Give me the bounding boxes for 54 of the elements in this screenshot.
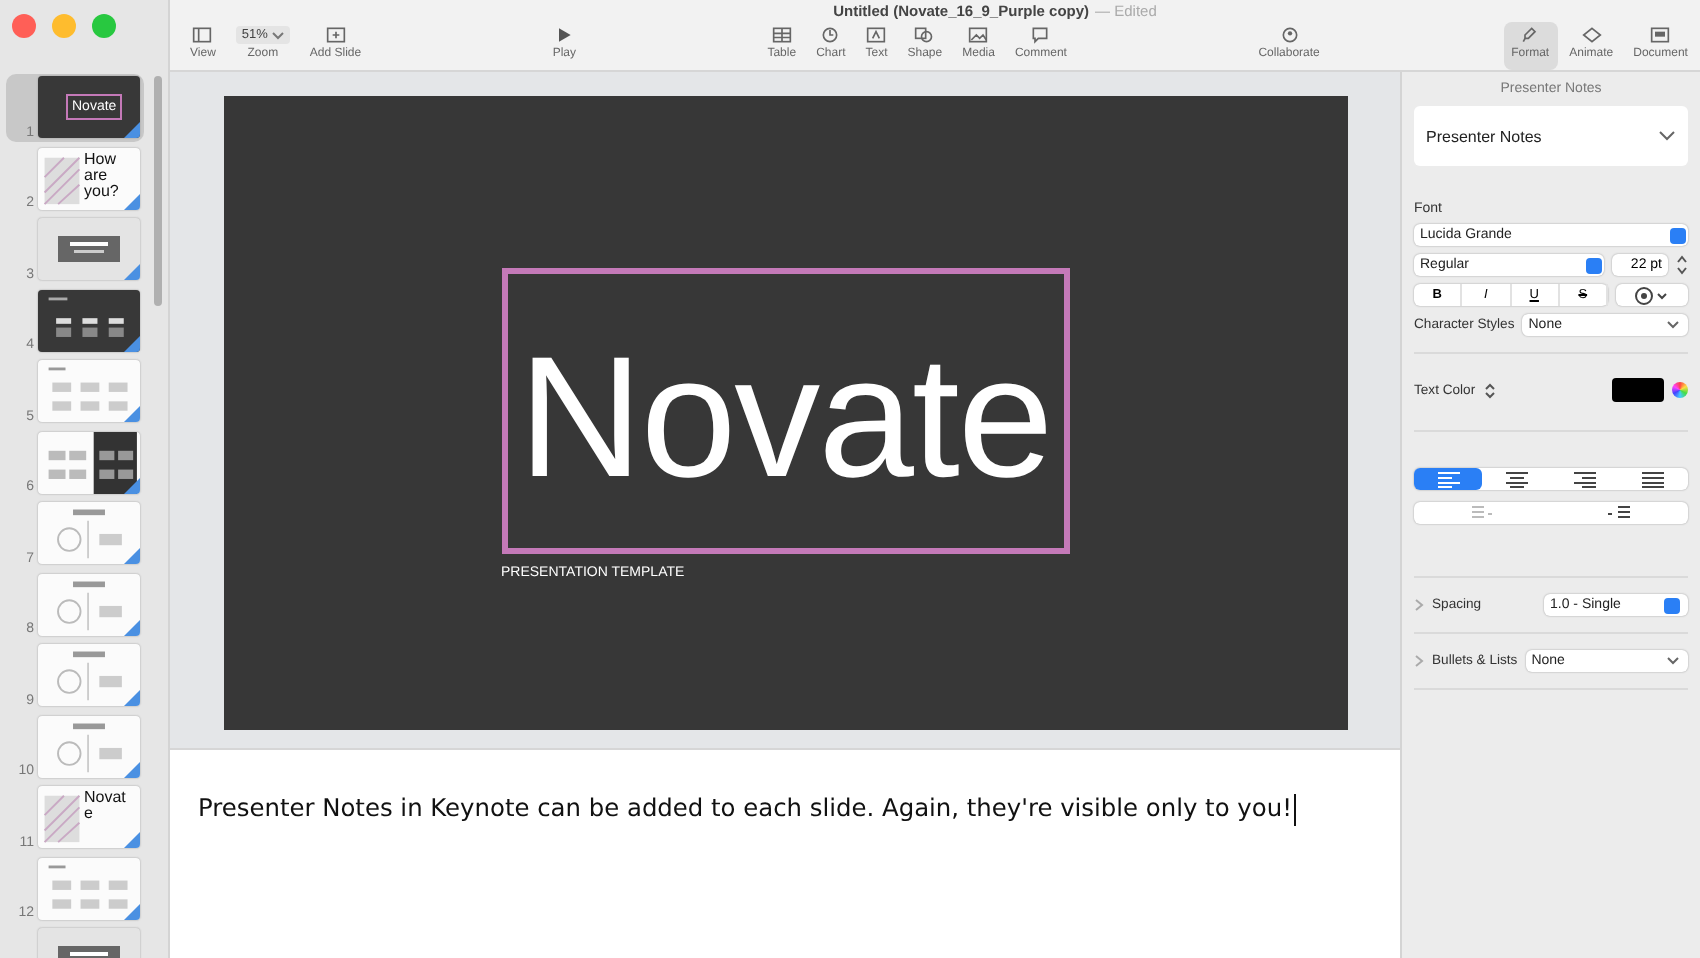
corner-tag-icon xyxy=(124,761,140,778)
align-center-icon xyxy=(1505,471,1528,487)
chevron-down-icon xyxy=(1666,656,1680,666)
text-options-button[interactable] xyxy=(1616,284,1688,306)
corner-tag-icon xyxy=(124,264,140,281)
corner-tag-icon xyxy=(124,548,140,565)
title-text-box[interactable]: Novate xyxy=(501,268,1069,554)
slide-title: Novate xyxy=(518,319,1052,503)
stepper-arrows-icon xyxy=(1676,254,1688,276)
paragraph-style-dropdown[interactable]: Presenter Notes xyxy=(1414,106,1688,166)
play-icon xyxy=(554,26,575,44)
scrollbar[interactable] xyxy=(154,76,162,306)
justify-icon xyxy=(1642,471,1665,487)
zoom-caret-icon xyxy=(271,31,284,39)
stepper-arrows-icon xyxy=(1483,381,1496,399)
color-well[interactable] xyxy=(1612,378,1664,402)
stepper-icon xyxy=(1670,227,1686,243)
sidebar-icon xyxy=(192,26,213,44)
add-slide-icon xyxy=(325,26,346,44)
thumbnail-title: How are you? xyxy=(84,151,121,200)
color-wheel-icon[interactable] xyxy=(1672,382,1688,398)
corner-tag-icon xyxy=(124,406,140,423)
stepper-icon xyxy=(1586,257,1602,273)
corner-tag-icon xyxy=(124,122,140,139)
shape-icon xyxy=(914,26,935,44)
chevron-down-icon xyxy=(1666,320,1680,330)
comment-icon xyxy=(1030,26,1051,44)
corner-tag-icon xyxy=(124,193,140,210)
close-window-button[interactable] xyxy=(12,14,36,38)
document-icon xyxy=(1650,26,1671,44)
chevron-down-icon xyxy=(1658,130,1676,142)
corner-tag-icon xyxy=(124,690,140,707)
corner-tag-icon xyxy=(124,335,140,352)
thumbnail-title: Novat e xyxy=(84,790,128,823)
media-icon xyxy=(968,26,989,44)
chart-icon xyxy=(820,26,841,44)
outdent-icon xyxy=(1471,505,1494,521)
animate-icon xyxy=(1581,26,1602,44)
corner-tag-icon xyxy=(124,903,140,920)
banner-drawing xyxy=(58,236,120,263)
corner-tag-icon xyxy=(124,832,140,849)
corner-tag-icon xyxy=(124,619,140,636)
table-icon xyxy=(771,26,792,44)
align-left-icon xyxy=(1437,471,1460,487)
paintbrush-icon xyxy=(1520,26,1541,44)
text-box-icon xyxy=(866,26,887,44)
presenter-notes-area[interactable]: Presenter Notes in Keynote can be added to each slide. Again, they're visible only to you! xyxy=(170,750,1400,958)
collaborate-icon xyxy=(1279,26,1300,44)
indent-icon xyxy=(1608,505,1631,521)
presenter-notes-text: Presenter Notes in Keynote can be added to each slide. Again, they're visible only to you! xyxy=(198,794,1292,822)
stepper-icon xyxy=(1664,597,1680,613)
corner-tag-icon xyxy=(124,477,140,494)
align-right-icon xyxy=(1574,471,1597,487)
text-cursor xyxy=(1293,794,1296,826)
